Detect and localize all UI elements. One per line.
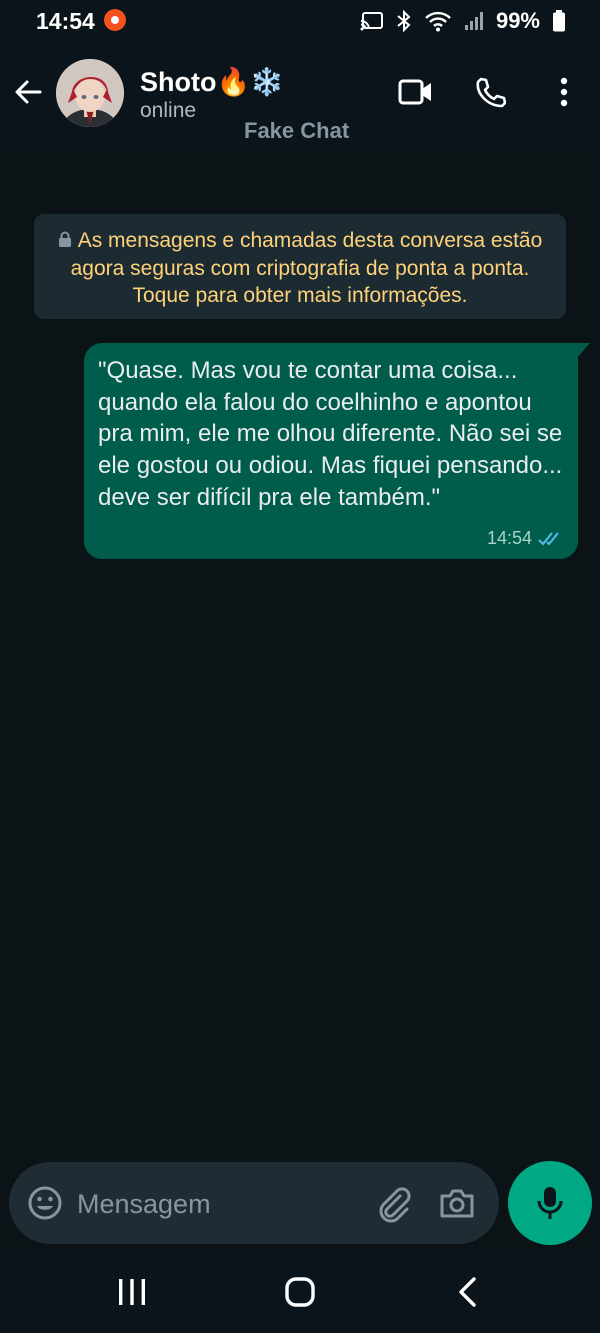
paperclip-icon: [379, 1187, 411, 1223]
brand-label: Fake Chat: [244, 118, 350, 143]
message-time: 14:54: [486, 528, 532, 548]
message-meta: 14:54: [487, 528, 564, 549]
attach-button[interactable]: [373, 1184, 413, 1224]
encryption-notice-text: As mensagens e chamadas desta conversa e…: [70, 229, 543, 307]
video-call-button[interactable]: [396, 72, 436, 112]
avatar-image: [56, 59, 124, 127]
microphone-icon: [537, 1187, 563, 1219]
screen-record-icon: [104, 9, 126, 31]
system-nav-bar: [0, 1250, 600, 1333]
lock-icon: [58, 231, 71, 247]
camera-icon: [440, 1189, 474, 1218]
bluetooth-icon: [397, 10, 411, 32]
battery-percentage: 99%: [495, 8, 540, 33]
double-check-icon: [538, 531, 559, 545]
signal-icon: [464, 12, 483, 30]
outgoing-message[interactable]: "Quase. Mas vou te contar uma coisa... q…: [84, 343, 578, 559]
phone-icon: [476, 77, 506, 108]
more-options-button[interactable]: [544, 72, 584, 112]
encryption-notice[interactable]: As mensagens e chamadas desta conversa e…: [34, 214, 566, 319]
more-vertical-icon: [560, 77, 568, 107]
status-icons: 99%: [360, 8, 566, 34]
cast-icon: [360, 12, 383, 31]
camera-button[interactable]: [437, 1184, 477, 1224]
chat-header: Shoto🔥❄️ online Fake Chat: [0, 42, 600, 148]
chevron-left-icon: [459, 1277, 476, 1307]
arrow-left-icon: [15, 80, 42, 104]
bubble-tail: [576, 343, 590, 359]
recents-icon: [119, 1279, 145, 1305]
message-input[interactable]: [75, 1180, 359, 1228]
voice-call-button[interactable]: [470, 72, 510, 112]
emoji-button[interactable]: [26, 1184, 64, 1222]
back-button[interactable]: [10, 74, 46, 110]
emoji-icon: [28, 1186, 62, 1220]
home-button[interactable]: [280, 1272, 320, 1312]
contact-name[interactable]: Shoto🔥❄️: [140, 66, 284, 98]
status-bar: 14:54 99%: [0, 0, 600, 42]
contact-status: online: [140, 99, 197, 122]
battery-icon: [553, 10, 565, 32]
voice-message-button[interactable]: [508, 1161, 592, 1245]
home-icon: [285, 1277, 315, 1307]
status-time: 14:54: [36, 8, 95, 34]
wifi-icon: [425, 11, 451, 32]
system-back-button[interactable]: [448, 1272, 488, 1312]
message-text: "Quase. Mas vou te contar uma coisa... q…: [98, 357, 563, 511]
contact-avatar[interactable]: [56, 59, 124, 127]
video-camera-icon: [398, 79, 431, 105]
composer-bar: [9, 1162, 499, 1244]
recents-button[interactable]: [112, 1272, 152, 1312]
